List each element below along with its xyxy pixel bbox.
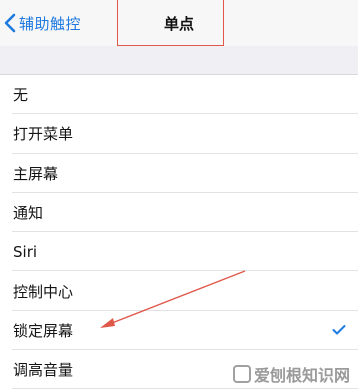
list-item-label: Siri xyxy=(13,242,38,261)
list-item-control-center[interactable]: 控制中心 xyxy=(0,271,358,312)
watermark-text: 爱刨根知识网 xyxy=(253,366,350,385)
list-item-label: 调高音量 xyxy=(13,361,74,380)
list-item-label: 主屏幕 xyxy=(13,164,59,183)
list-item-label: 锁定屏幕 xyxy=(13,321,74,340)
watermark: 爱刨根知识网 xyxy=(232,362,350,386)
list-item-home-screen[interactable]: 主屏幕 xyxy=(0,154,358,194)
list-item-notifications[interactable]: 通知 xyxy=(0,193,358,233)
section-gap xyxy=(0,46,358,75)
list-item-label: 打开菜单 xyxy=(13,125,74,144)
list-item-none[interactable]: 无 xyxy=(0,75,358,115)
list-item-label: 控制中心 xyxy=(13,282,74,301)
action-list: 无 打开菜单 主屏幕 通知 Siri 控制中心 锁定屏幕 调高音量 xyxy=(0,75,358,390)
list-item-label: 通知 xyxy=(13,204,44,223)
title-highlight-annotation xyxy=(117,0,224,46)
checkmark-icon xyxy=(332,321,346,340)
list-item-open-menu[interactable]: 打开菜单 xyxy=(0,114,358,154)
list-item-siri[interactable]: Siri xyxy=(0,232,358,272)
watermark-logo-icon xyxy=(232,365,251,383)
list-item-lock-screen[interactable]: 锁定屏幕 xyxy=(0,311,358,351)
list-item-label: 无 xyxy=(13,86,29,105)
